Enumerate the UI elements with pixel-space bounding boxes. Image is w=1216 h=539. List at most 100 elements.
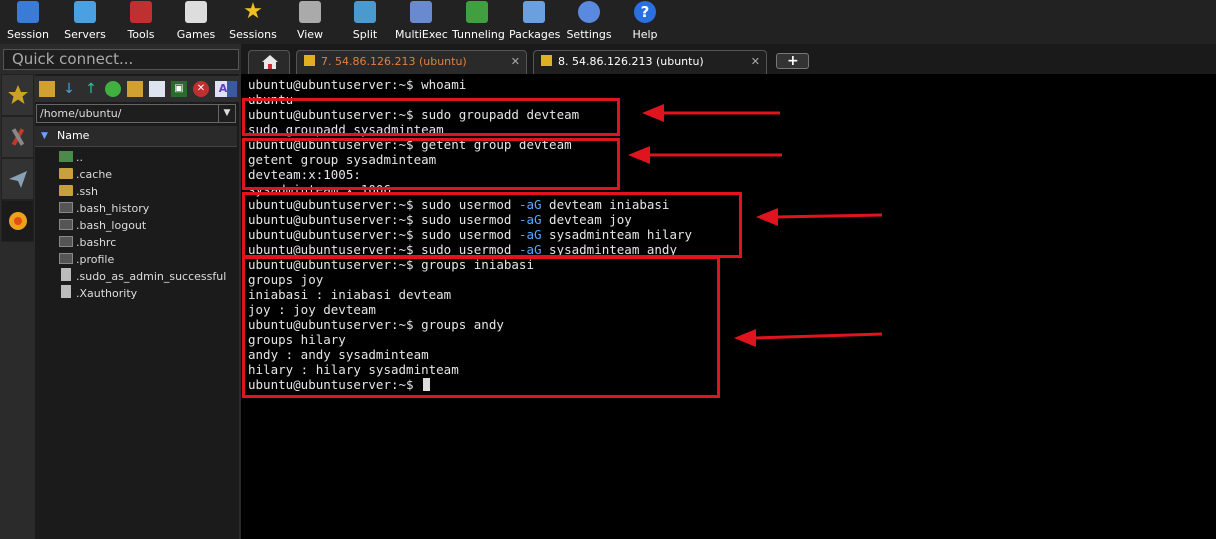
file-icon [59, 219, 73, 230]
file-name: .. [76, 151, 83, 164]
view-icon [299, 1, 321, 23]
toolbar-label: MultiExec [395, 28, 448, 41]
sort-indicator-icon: ▼ [41, 131, 48, 141]
help-icon: ? [634, 1, 656, 23]
session-tab-7[interactable]: 7. 54.86.126.213 (ubuntu) ✕ [296, 50, 527, 74]
file-name: .sudo_as_admin_successful [76, 270, 227, 283]
name-column-header[interactable]: ▼ Name [35, 126, 237, 147]
file-list-item[interactable]: .. [59, 149, 83, 166]
help-button[interactable]: ? Help [630, 0, 660, 44]
file-icon [59, 253, 73, 264]
annotation-box-groupadd [242, 98, 620, 136]
close-icon[interactable]: ✕ [511, 51, 520, 73]
new-file-icon[interactable] [149, 81, 165, 97]
split-button[interactable]: Split [348, 0, 382, 44]
gear-icon [578, 1, 600, 23]
file-name: .bash_history [76, 202, 150, 215]
main-toolbar: Session Servers Tools Games ★ Sessions View Spl… [0, 0, 1216, 44]
annotation-arrow [628, 146, 782, 164]
file-icon [59, 236, 73, 247]
new-folder-icon[interactable] [127, 81, 143, 97]
sftp-icon [9, 212, 27, 230]
path-value: /home/ubuntu/ [40, 107, 122, 120]
games-icon [185, 1, 207, 23]
multiexec-button[interactable]: MultiExec [395, 0, 448, 44]
file-name: .cache [76, 168, 113, 181]
file-list-item[interactable]: .Xauthority [59, 285, 137, 302]
tools-tab[interactable] [1, 116, 34, 158]
file-list-item[interactable]: .sudo_as_admin_successful [59, 268, 226, 285]
session-button[interactable]: Session [6, 0, 50, 44]
macros-tab[interactable] [1, 158, 34, 200]
new-tab-button[interactable]: + [776, 53, 809, 69]
folder-icon [59, 168, 73, 179]
home-icon [262, 55, 278, 69]
toolbar-label: Packages [509, 28, 561, 41]
annotation-box-usermod [242, 192, 742, 258]
plus-icon: + [787, 53, 799, 69]
toolbar-label: Servers [64, 28, 106, 41]
file-list-item[interactable]: .cache [59, 166, 112, 183]
settings-button[interactable]: Settings [566, 0, 612, 44]
file-list-item[interactable]: .bashrc [59, 234, 116, 251]
download-icon[interactable]: ↓ [61, 81, 77, 97]
more-icon[interactable] [227, 81, 237, 97]
file-name: .profile [76, 253, 115, 266]
file-list-item[interactable]: .profile [59, 251, 114, 268]
view-button[interactable]: View [293, 0, 327, 44]
split-icon [354, 1, 376, 23]
toolbar-label: Settings [566, 28, 612, 41]
toolbar-label: Tools [127, 28, 155, 41]
terminal-icon[interactable]: ▣ [171, 81, 187, 97]
chevron-down-icon[interactable]: ▼ [218, 105, 235, 122]
session-tab-8[interactable]: 8. 54.86.126.213 (ubuntu) ✕ [533, 50, 767, 74]
upload-icon[interactable]: ↑ [83, 81, 99, 97]
annotation-arrow [756, 208, 883, 226]
servers-icon [74, 1, 96, 23]
command-text: whoami [413, 77, 467, 92]
terminal[interactable]: ubuntu@ubuntuserver:~$ hilary : hilary s… [242, 74, 1216, 539]
tools-icon [130, 1, 152, 23]
tunneling-icon [466, 1, 488, 23]
tab-bar: 7. 54.86.126.213 (ubuntu) ✕ 8. 54.86.126… [241, 44, 1216, 74]
home-tab[interactable] [248, 50, 290, 74]
parent-folder-icon [59, 151, 73, 162]
sftp-tab[interactable] [1, 200, 34, 242]
toolbar-label: Help [632, 28, 658, 41]
quick-connect-input[interactable]: Quick connect... [3, 49, 239, 70]
star-icon [8, 85, 28, 104]
sidebar: Quick connect... ↓ ↑ ▣ ✕ A /home/ubuntu/… [0, 44, 241, 539]
file-name: .ssh [76, 185, 98, 198]
sessions-button[interactable]: ★ Sessions [229, 0, 277, 44]
sessions-tab[interactable] [1, 74, 34, 116]
tools-button[interactable]: Tools [121, 0, 161, 44]
annotation-box-getent [242, 138, 620, 190]
multiexec-icon [410, 1, 432, 23]
annotation-arrow [734, 329, 883, 347]
toolbar-label: Tunneling [452, 28, 505, 41]
games-button[interactable]: Games [174, 0, 218, 44]
tools-icon [11, 128, 25, 146]
star-icon: ★ [243, 0, 263, 24]
file-icon [61, 268, 71, 281]
tunneling-button[interactable]: Tunneling [452, 0, 505, 44]
annotation-box-groups [242, 256, 720, 398]
file-name: .bash_logout [76, 219, 147, 232]
folder-icon [59, 185, 73, 196]
terminal-session-icon [541, 55, 552, 66]
packages-button[interactable]: Packages [509, 0, 561, 44]
refresh-icon[interactable] [105, 81, 121, 97]
file-icon [61, 285, 71, 298]
path-combobox[interactable]: /home/ubuntu/ ▼ [36, 104, 236, 123]
servers-button[interactable]: Servers [61, 0, 109, 44]
file-toolbar: ↓ ↑ ▣ ✕ A [35, 76, 239, 102]
toolbar-label: Sessions [229, 28, 277, 41]
send-icon [9, 171, 27, 188]
file-list-item[interactable]: .ssh [59, 183, 98, 200]
up-folder-icon[interactable] [39, 81, 55, 97]
delete-icon[interactable]: ✕ [193, 81, 209, 97]
close-icon[interactable]: ✕ [751, 51, 760, 73]
session-icon [17, 1, 39, 23]
file-list-item[interactable]: .bash_history [59, 200, 149, 217]
file-list-item[interactable]: .bash_logout [59, 217, 146, 234]
